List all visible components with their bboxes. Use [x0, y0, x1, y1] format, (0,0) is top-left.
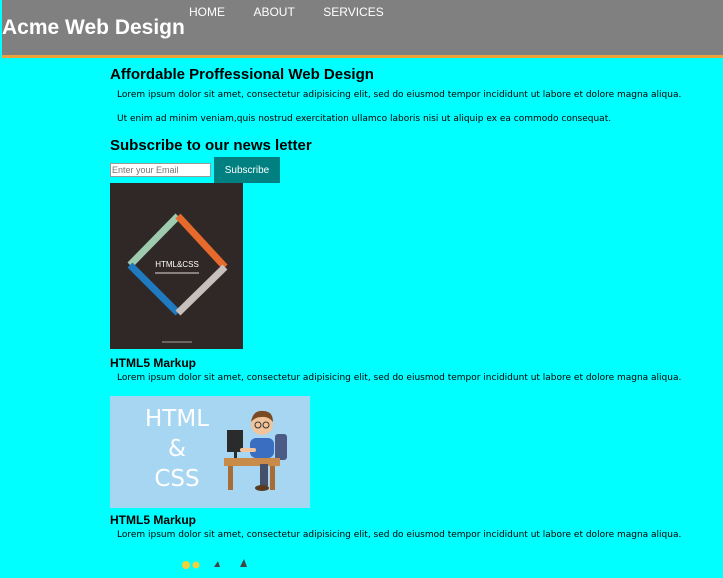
book-diamond-icon: HTML&CSS	[110, 183, 243, 349]
nav-home-link[interactable]: HOME	[189, 5, 225, 19]
book-cover-title: HTML&CSS	[155, 260, 199, 269]
site-title: Acme Web Design	[2, 16, 185, 39]
main-content: Affordable Proffessional Web Design Lore…	[110, 66, 710, 571]
card-2-title: HTML5 Markup	[110, 513, 197, 527]
html-css-book-cover-image: HTML&CSS	[110, 183, 243, 349]
site-header: Acme Web Design HOME ABOUT SERVICES	[2, 0, 723, 58]
card-3-image	[110, 551, 310, 571]
intro-heading: Affordable Proffessional Web Design	[110, 66, 374, 83]
newsletter-form: Subscribe	[110, 157, 710, 183]
intro-paragraph-2: Ut enim ad minim veniam,quis nostrud exe…	[117, 114, 612, 124]
card-2-text: Lorem ipsum dolor sit amet, consectetur …	[117, 530, 682, 540]
card-1-title: HTML5 Markup	[110, 356, 197, 370]
nav-services-link[interactable]: SERVICES	[323, 5, 383, 19]
card-1-text: Lorem ipsum dolor sit amet, consectetur …	[117, 373, 682, 383]
email-input[interactable]	[110, 163, 211, 177]
nav-about-link[interactable]: ABOUT	[253, 5, 294, 19]
main-nav: HOME ABOUT SERVICES	[189, 3, 408, 21]
newsletter-heading: Subscribe to our news letter	[110, 137, 312, 154]
card-3-image-icon	[182, 559, 247, 569]
developer-at-desk-icon	[224, 410, 287, 491]
intro-paragraph-1: Lorem ipsum dolor sit amet, consectetur …	[117, 90, 682, 100]
subscribe-button[interactable]: Subscribe	[214, 157, 280, 183]
html-css-developer-image: HTML & CSS	[110, 396, 310, 508]
